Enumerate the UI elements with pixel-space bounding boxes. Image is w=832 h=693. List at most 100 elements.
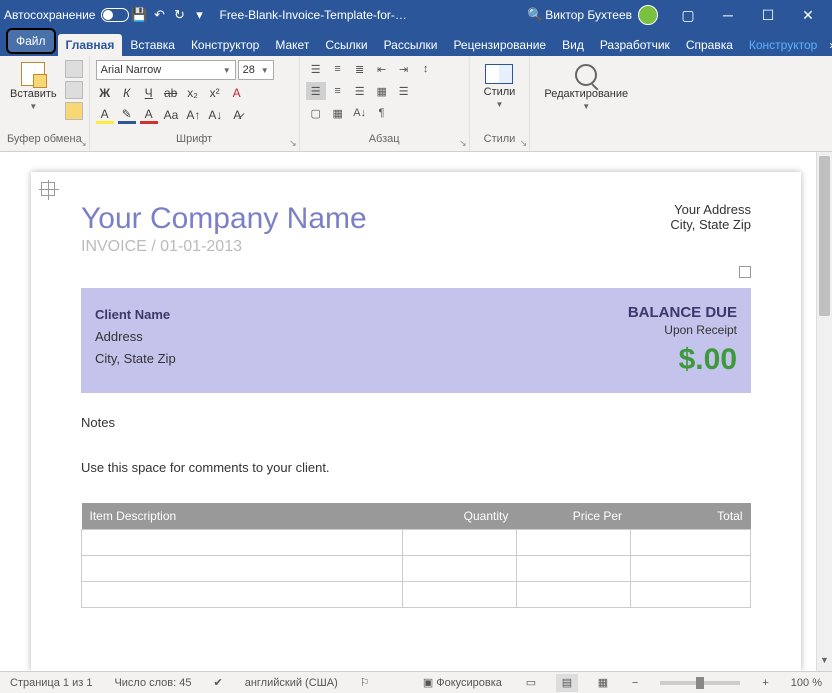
- editing-button[interactable]: Редактирование ▼: [536, 60, 636, 115]
- pen-color-button[interactable]: ✎: [118, 106, 136, 124]
- language-indicator[interactable]: английский (США): [241, 677, 342, 689]
- undo-icon[interactable]: ↶: [149, 5, 169, 25]
- underline-button[interactable]: Ч: [140, 84, 158, 102]
- user-account[interactable]: Виктор Бухтеев: [545, 5, 658, 25]
- group-paragraph: ☰ ≡ ≣ ⇤ ⇥ ↕ ☰ ≡ ☰ ▦ ☰ ▢ ▦ A↓ ¶ Абзац ↘: [300, 56, 470, 151]
- editing-label: Редактирование: [544, 88, 628, 100]
- tabs-overflow-icon[interactable]: ›: [825, 34, 832, 56]
- styles-button[interactable]: Стили ▼: [476, 60, 524, 113]
- tab-design[interactable]: Конструктор: [183, 34, 267, 56]
- company-name[interactable]: Your Company Name: [81, 202, 367, 236]
- tab-developer[interactable]: Разработчик: [592, 34, 678, 56]
- grow-font-button[interactable]: A↑: [184, 106, 202, 124]
- strikethrough-button[interactable]: ab: [162, 84, 180, 102]
- autosave-toggle[interactable]: Автосохранение: [4, 8, 129, 22]
- cut-icon[interactable]: [65, 60, 83, 78]
- format-painter-icon[interactable]: [65, 102, 83, 120]
- focus-mode-button[interactable]: ▣Фокусировка: [419, 676, 506, 689]
- print-layout-icon[interactable]: ▤: [556, 674, 578, 692]
- word-count[interactable]: Число слов: 45: [110, 677, 195, 689]
- clipboard-launcher-icon[interactable]: ↘: [79, 138, 87, 149]
- read-mode-icon[interactable]: ▭: [520, 674, 542, 692]
- qat-dropdown-icon[interactable]: ▾: [189, 5, 209, 25]
- close-icon[interactable]: ✕: [788, 0, 828, 30]
- align-right-button[interactable]: ☰: [350, 82, 370, 100]
- page-indicator[interactable]: Страница 1 из 1: [6, 677, 96, 689]
- zoom-in-button[interactable]: +: [758, 677, 772, 689]
- copy-icon[interactable]: [65, 81, 83, 99]
- placeholder-box[interactable]: [739, 266, 751, 278]
- show-marks-button[interactable]: ¶: [372, 104, 392, 122]
- ribbon: Вставить ▼ Буфер обмена ↘ Arial Narrow▼ …: [0, 56, 832, 152]
- table-row[interactable]: [82, 556, 751, 582]
- notes-text[interactable]: Use this space for comments to your clie…: [81, 460, 751, 475]
- table-row[interactable]: [82, 530, 751, 556]
- document-area[interactable]: Your Company Name INVOICE / 01-01-2013 Y…: [0, 152, 832, 671]
- tab-table-design[interactable]: Конструктор: [741, 34, 825, 56]
- subscript-button[interactable]: x₂: [184, 84, 202, 102]
- web-layout-icon[interactable]: ▦: [592, 674, 614, 692]
- font-name-combo[interactable]: Arial Narrow▼: [96, 60, 236, 80]
- increase-indent-button[interactable]: ⇥: [394, 60, 414, 78]
- notes-heading[interactable]: Notes: [81, 415, 751, 430]
- font-size-combo[interactable]: 28▼: [238, 60, 274, 80]
- align-left-button[interactable]: ☰: [306, 82, 326, 100]
- justify-button[interactable]: ▦: [372, 82, 392, 100]
- balance-block[interactable]: BALANCE DUE Upon Receipt $.00: [628, 304, 737, 377]
- tab-home[interactable]: Главная: [58, 34, 123, 56]
- table-row[interactable]: [82, 582, 751, 608]
- redo-icon[interactable]: ↻: [169, 5, 189, 25]
- tab-layout[interactable]: Макет: [267, 34, 317, 56]
- decrease-indent-button[interactable]: ⇤: [372, 60, 392, 78]
- tab-view[interactable]: Вид: [554, 34, 592, 56]
- tab-mailings[interactable]: Рассылки: [376, 34, 446, 56]
- tab-references[interactable]: Ссылки: [317, 34, 375, 56]
- text-effects-button[interactable]: A: [228, 84, 246, 102]
- font-color-button[interactable]: A: [140, 106, 158, 124]
- accessibility-icon[interactable]: ⚐: [356, 676, 374, 689]
- scroll-down-icon[interactable]: ▼: [817, 655, 832, 671]
- search-icon[interactable]: 🔍: [525, 5, 545, 25]
- company-address[interactable]: Your Address City, State Zip: [670, 202, 751, 232]
- zoom-level[interactable]: 100 %: [787, 677, 826, 689]
- maximize-icon[interactable]: ☐: [748, 0, 788, 30]
- client-info[interactable]: Client Name Address City, State Zip: [95, 304, 176, 377]
- title-bar: Автосохранение 💾 ↶ ↻ ▾ Free-Blank-Invoic…: [0, 0, 832, 30]
- line-spacing-button[interactable]: ↕: [416, 60, 436, 78]
- borders-button[interactable]: ▦: [328, 104, 348, 122]
- tab-help[interactable]: Справка: [678, 34, 741, 56]
- paste-button[interactable]: Вставить ▼: [6, 60, 61, 113]
- vertical-scrollbar[interactable]: ▼: [816, 152, 832, 671]
- toggle-switch[interactable]: [101, 8, 129, 22]
- table-move-handle[interactable]: [41, 182, 55, 196]
- clear-formatting-button[interactable]: A̷: [228, 106, 246, 124]
- tab-file[interactable]: Файл: [6, 28, 56, 54]
- shading-button[interactable]: ▢: [306, 104, 326, 122]
- items-table[interactable]: Item Description Quantity Price Per Tota…: [81, 503, 751, 608]
- spellcheck-icon[interactable]: ✔: [210, 676, 227, 689]
- bold-button[interactable]: Ж: [96, 84, 114, 102]
- shrink-font-button[interactable]: A↓: [206, 106, 224, 124]
- bullets-button[interactable]: ☰: [306, 60, 326, 78]
- zoom-slider[interactable]: [660, 681, 740, 685]
- invoice-line[interactable]: INVOICE / 01-01-2013: [81, 238, 367, 256]
- styles-launcher-icon[interactable]: ↘: [520, 138, 528, 149]
- change-case-button[interactable]: Aa: [162, 106, 181, 124]
- distributed-button[interactable]: ☰: [394, 82, 414, 100]
- tab-review[interactable]: Рецензирование: [445, 34, 554, 56]
- superscript-button[interactable]: x²: [206, 84, 224, 102]
- numbering-button[interactable]: ≡: [328, 60, 348, 78]
- scroll-thumb[interactable]: [819, 156, 830, 316]
- highlight-button[interactable]: A: [96, 106, 114, 124]
- tab-insert[interactable]: Вставка: [122, 34, 183, 56]
- paragraph-launcher-icon[interactable]: ↘: [459, 138, 467, 149]
- multilevel-button[interactable]: ≣: [350, 60, 370, 78]
- font-launcher-icon[interactable]: ↘: [289, 138, 297, 149]
- minimize-icon[interactable]: ─: [708, 0, 748, 30]
- sort-button[interactable]: A↓: [350, 104, 370, 122]
- zoom-out-button[interactable]: −: [628, 677, 642, 689]
- save-icon[interactable]: 💾: [129, 5, 149, 25]
- align-center-button[interactable]: ≡: [328, 82, 348, 100]
- ribbon-options-icon[interactable]: ▢: [668, 0, 708, 30]
- italic-button[interactable]: К: [118, 84, 136, 102]
